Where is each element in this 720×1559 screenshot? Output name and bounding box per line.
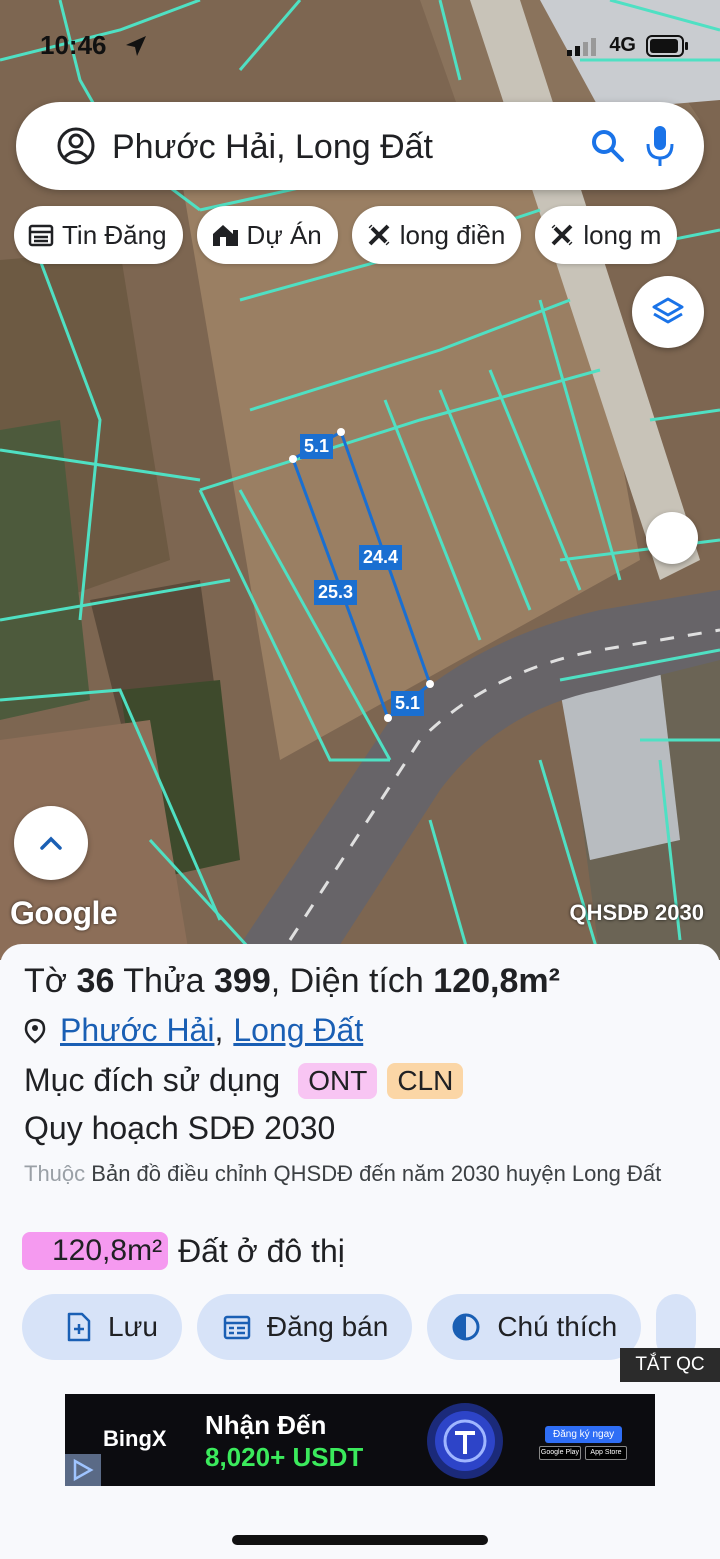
status-time: 10:46 <box>40 30 107 60</box>
save-button[interactable]: Lưu <box>22 1294 182 1360</box>
zoning-row: 120,8m² Đất ở đô thị <box>22 1232 345 1270</box>
ad-cta-button[interactable]: Đăng ký ngay <box>545 1426 623 1443</box>
building-icon <box>212 225 238 246</box>
plan-title: Quy hoạch SDĐ 2030 <box>24 1110 336 1146</box>
signal-icon <box>567 37 597 56</box>
search-input[interactable]: Phước Hải, Long Đất <box>112 128 433 167</box>
dimension-label-bottom: 5.1 <box>391 691 425 716</box>
chip-label: long điền <box>399 219 506 250</box>
location-pin-icon <box>24 1018 46 1044</box>
close-pattern-icon <box>551 224 573 246</box>
parcel-info-panel: Tờ 36 Thửa 399, Diện tích 120,8m² Phước … <box>0 944 720 1559</box>
plan-prefix: Thuộc <box>24 1161 86 1186</box>
location-row: Phước Hải , Long Đất <box>24 1012 363 1049</box>
action-buttons: Lưu Đăng bán Chú thích <box>22 1294 697 1360</box>
contrast-icon <box>452 1313 480 1341</box>
chip-du-an[interactable]: Dự Án <box>196 206 338 264</box>
zoning-label: Đất ở đô thị <box>178 1232 345 1269</box>
network-type: 4G <box>609 34 636 56</box>
calendar-icon <box>223 1315 251 1340</box>
map-handle-button[interactable] <box>646 512 698 564</box>
plot-label: Thửa <box>123 962 205 1000</box>
app-store-badge: App Store <box>585 1446 627 1460</box>
post-sale-button[interactable]: Đăng bán <box>196 1294 413 1360</box>
ad-headline: Nhận Đến <box>205 1410 327 1440</box>
ad-coin-graphic <box>427 1403 503 1479</box>
parcel-title: Tờ 36 Thửa 399, Diện tích 120,8m² <box>24 962 560 1000</box>
location-arrow-icon <box>126 36 146 56</box>
plot-number: 399 <box>214 962 271 1000</box>
ad-info-icon[interactable] <box>65 1454 101 1486</box>
ad-choices-icon <box>73 1458 94 1482</box>
area-value: 120,8m² <box>433 962 560 1000</box>
ad-banner[interactable]: BingX Nhận Đến 8,020+ USDT Đăng ký ngay … <box>65 1394 655 1486</box>
zoning-area-badge: 120,8m² <box>22 1232 169 1270</box>
status-bar: 10:46 4G <box>0 0 720 92</box>
area-label: Diện tích <box>289 962 424 1000</box>
home-indicator[interactable] <box>232 1535 488 1545</box>
account-icon[interactable] <box>56 126 96 166</box>
post-sale-label: Đăng bán <box>266 1311 389 1342</box>
layers-button[interactable] <box>632 276 704 348</box>
land-use-tag-cln: CLN <box>387 1062 464 1099</box>
legend-label: Chú thích <box>497 1311 618 1342</box>
land-use-label: Mục đích sử dụng <box>24 1062 281 1098</box>
ward-link[interactable]: Phước Hải <box>60 1012 214 1049</box>
dimension-label-left: 25.3 <box>314 580 358 605</box>
land-use-tag-ont: ONT <box>298 1062 378 1099</box>
chevron-up-icon <box>40 836 62 850</box>
plan-description: Thuộc Bản đồ điều chỉnh QHSDĐ đến năm 20… <box>24 1156 704 1191</box>
add-file-icon <box>67 1312 91 1342</box>
calendar-icon <box>28 224 54 247</box>
sheet-number: 36 <box>76 962 115 1000</box>
chip-label: long m <box>583 219 662 250</box>
close-ad-button[interactable]: TẮT QC <box>620 1348 720 1382</box>
expand-panel-button[interactable] <box>14 806 88 880</box>
map-layer-name: QHSDĐ 2030 <box>569 900 704 925</box>
legend-button[interactable]: Chú thích <box>427 1294 642 1360</box>
google-play-badge: Google Play <box>539 1446 581 1460</box>
location-separator: , <box>214 1012 224 1048</box>
dimension-label-top: 5.1 <box>300 434 334 459</box>
plan-desc-text: Bản đồ điều chỉnh QHSDĐ đến năm 2030 huy… <box>91 1161 662 1186</box>
chip-long-dien[interactable]: long điền <box>351 206 522 264</box>
chip-label: Tin Đăng <box>62 219 167 250</box>
district-link[interactable]: Long Đất <box>233 1012 363 1049</box>
save-label: Lưu <box>108 1311 158 1342</box>
land-use-row: Mục đích sử dụng ONT CLN <box>24 1062 464 1099</box>
chip-tin-dang[interactable]: Tin Đăng <box>14 206 183 264</box>
ad-amount: 8,020+ USDT <box>205 1442 364 1472</box>
sheet-label: Tờ <box>24 962 68 1000</box>
search-bar[interactable]: Phước Hải, Long Đất <box>16 102 704 190</box>
battery-icon <box>646 34 688 57</box>
google-logo: Google <box>10 895 118 931</box>
search-icon[interactable] <box>590 128 626 164</box>
chip-label: Dự Án <box>246 219 322 250</box>
map-view[interactable]: 10:46 4G Phước Hải, Long Đất Tin Đăng Dự… <box>0 0 720 960</box>
dimension-label-right: 24.4 <box>359 545 403 570</box>
ad-brand: BingX <box>103 1426 167 1451</box>
layers-icon <box>652 297 684 324</box>
microphone-icon[interactable] <box>644 124 676 168</box>
filter-chips: Tin Đăng Dự Án long điền long m <box>14 206 678 264</box>
chip-long-m[interactable]: long m <box>535 206 678 264</box>
close-pattern-icon <box>368 224 390 246</box>
